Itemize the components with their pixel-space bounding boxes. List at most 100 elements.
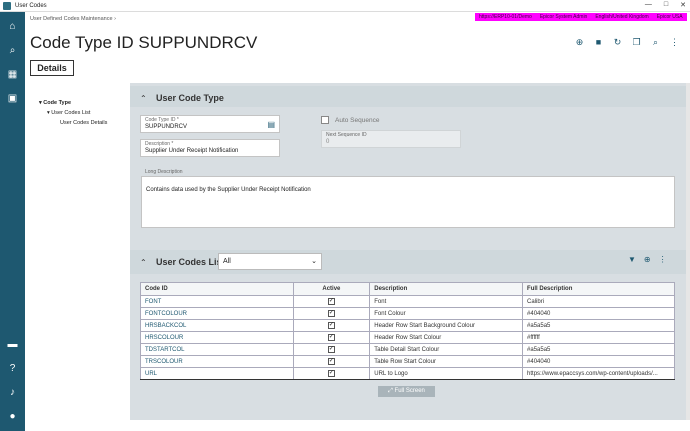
tab-details[interactable]: Details: [30, 60, 74, 76]
full-description-cell[interactable]: Calibri: [522, 295, 675, 308]
add-icon[interactable]: ⊕: [644, 255, 651, 264]
column-header-description[interactable]: Description: [369, 282, 524, 296]
filter-icon[interactable]: ▼: [628, 255, 636, 264]
table-row[interactable]: HRSCOLOUR ✓ Header Row Start Colour #ffffff: [140, 331, 675, 344]
code-id-cell[interactable]: HRSBACKCOL: [140, 319, 294, 332]
column-header-code-id[interactable]: Code ID: [140, 282, 294, 296]
table-row[interactable]: FONTCOLOUR ✓ Font Colour #404040: [140, 307, 675, 320]
chevron-up-icon[interactable]: ⌃: [140, 258, 150, 267]
active-cell[interactable]: ✓: [292, 295, 371, 308]
active-cell[interactable]: ✓: [292, 319, 371, 332]
more-icon[interactable]: ⋮: [668, 36, 681, 49]
active-checkbox[interactable]: ✓: [327, 346, 335, 353]
active-checkbox[interactable]: ✓: [327, 310, 335, 317]
full-description-cell[interactable]: https://www.epaccsys.com/wp-content/uplo…: [522, 367, 675, 380]
panel-user-codes-list-header[interactable]: ⌃ User Codes List: [130, 250, 686, 274]
table-row[interactable]: TDSTARTCOL ✓ Table Detail Start Colour #a5a…: [140, 343, 675, 356]
home-icon[interactable]: ⌂: [6, 20, 19, 33]
filter-select[interactable]: All ⌄: [218, 253, 322, 270]
column-header-full-description[interactable]: Full Description: [522, 282, 675, 296]
window-titlebar: User Codes — □ ✕: [0, 0, 690, 12]
more-icon[interactable]: ⋮: [659, 255, 667, 264]
table-row[interactable]: TRSCOLOUR ✓ Table Row Start Colour #404040: [140, 355, 675, 368]
env-user: Epicor System Admin: [539, 14, 588, 20]
minimize-icon[interactable]: —: [645, 1, 652, 9]
user-codes-grid: Code ID Active Description Full Descript…: [140, 282, 675, 380]
refresh-icon[interactable]: ↻: [611, 36, 624, 49]
table-row[interactable]: HRSBACKCOL ✓ Header Row Start Background C…: [140, 319, 675, 332]
close-icon[interactable]: ✕: [680, 1, 686, 9]
description-cell[interactable]: Header Row Start Background Colour: [369, 319, 524, 332]
active-checkbox[interactable]: ✓: [327, 322, 335, 329]
search-icon[interactable]: ⌕: [649, 36, 662, 49]
save-icon[interactable]: ■: [592, 36, 605, 49]
active-cell[interactable]: ✓: [292, 355, 371, 368]
chevron-up-icon[interactable]: ⌃: [140, 94, 150, 103]
panel-title: User Codes List: [156, 257, 225, 267]
description-cell[interactable]: Header Row Start Colour: [369, 331, 524, 344]
description-cell[interactable]: Table Row Start Colour: [369, 355, 524, 368]
long-description-textarea[interactable]: Contains data used by the Supplier Under…: [141, 176, 675, 228]
left-rail: ⌂ ⌕ ▦ ▣ ▬ ? ♪ ●: [0, 12, 25, 431]
table-row[interactable]: FONT ✓ Font Calibri: [140, 295, 675, 308]
user-icon[interactable]: ●: [6, 410, 19, 423]
lookup-icon[interactable]: ▤: [267, 120, 275, 129]
code-id-cell[interactable]: TRSCOLOUR: [140, 355, 294, 368]
code-type-id-field[interactable]: Code Type ID * SUPPUNDRCV ▤: [140, 115, 280, 133]
tree-item-user-codes-details[interactable]: User Codes Details: [60, 120, 107, 126]
active-checkbox[interactable]: ✓: [327, 298, 335, 305]
panel-title: User Code Type: [156, 93, 224, 103]
code-id-cell[interactable]: FONTCOLOUR: [140, 307, 294, 320]
full-description-cell[interactable]: #a5a5a5: [522, 319, 675, 332]
active-cell[interactable]: ✓: [292, 367, 371, 380]
long-description-label: Long Description: [145, 169, 183, 175]
search-icon[interactable]: ⌕: [6, 44, 19, 57]
code-id-cell[interactable]: TDSTARTCOL: [140, 343, 294, 356]
window-title: User Codes: [15, 2, 47, 9]
auto-sequence-label: Auto Sequence: [335, 117, 380, 124]
bell-icon[interactable]: ♪: [6, 386, 19, 399]
env-url: https://ERP10-01/Demo: [479, 14, 532, 20]
tree-item-user-codes-list[interactable]: ▾ User Codes List: [47, 110, 90, 116]
tree-item-code-type[interactable]: ▾ Code Type: [39, 100, 71, 106]
active-checkbox[interactable]: ✓: [327, 334, 335, 341]
maximize-icon[interactable]: □: [664, 1, 668, 9]
description-cell[interactable]: Table Detail Start Colour: [369, 343, 524, 356]
full-description-cell[interactable]: #404040: [522, 355, 675, 368]
next-sequence-id-field: Next Sequence ID 0: [321, 130, 461, 148]
apps-icon[interactable]: ▦: [6, 68, 19, 81]
full-description-cell[interactable]: #a5a5a5: [522, 343, 675, 356]
breadcrumb[interactable]: User Defined Codes Maintenance ›: [30, 16, 116, 22]
dashboard-icon[interactable]: ▣: [6, 92, 19, 105]
help-icon[interactable]: ?: [6, 362, 19, 375]
column-header-active[interactable]: Active: [292, 282, 371, 296]
active-cell[interactable]: ✓: [292, 343, 371, 356]
chat-icon[interactable]: ▬: [6, 338, 19, 351]
code-id-cell[interactable]: URL: [140, 367, 294, 380]
auto-sequence-checkbox[interactable]: [321, 116, 329, 124]
code-id-cell[interactable]: HRSCOLOUR: [140, 331, 294, 344]
list-toolbar: ▼ ⊕ ⋮: [628, 255, 667, 264]
navigation-tree: ▾ Code Type ▾ User Codes List User Codes…: [25, 83, 127, 419]
description-cell[interactable]: URL to Logo: [369, 367, 524, 380]
full-description-cell[interactable]: #ffffff: [522, 331, 675, 344]
full-description-cell[interactable]: #404040: [522, 307, 675, 320]
active-checkbox[interactable]: ✓: [327, 358, 335, 365]
active-cell[interactable]: ✓: [292, 331, 371, 344]
chevron-down-icon: ⌄: [311, 258, 317, 265]
add-icon[interactable]: ⊕: [573, 36, 586, 49]
full-screen-button[interactable]: ⤢ Full Screen: [378, 386, 435, 397]
environment-bar: https://ERP10-01/Demo Epicor System Admi…: [475, 13, 687, 21]
description-field[interactable]: Description * Supplier Under Receipt Not…: [140, 139, 280, 157]
page-title: Code Type ID SUPPUNDRCV: [30, 33, 258, 52]
main-content: ⌃ User Code Type Code Type ID * SUPPUNDR…: [130, 83, 686, 420]
description-cell[interactable]: Font: [369, 295, 524, 308]
active-checkbox[interactable]: ✓: [327, 370, 335, 377]
page-header: User Defined Codes Maintenance › https:/…: [25, 12, 690, 83]
code-id-cell[interactable]: FONT: [140, 295, 294, 308]
active-cell[interactable]: ✓: [292, 307, 371, 320]
description-cell[interactable]: Font Colour: [369, 307, 524, 320]
copy-icon[interactable]: ❐: [630, 36, 643, 49]
content-scrollbar[interactable]: [686, 83, 690, 420]
table-row[interactable]: URL ✓ URL to Logo https://www.epaccsys.com/…: [140, 367, 675, 380]
